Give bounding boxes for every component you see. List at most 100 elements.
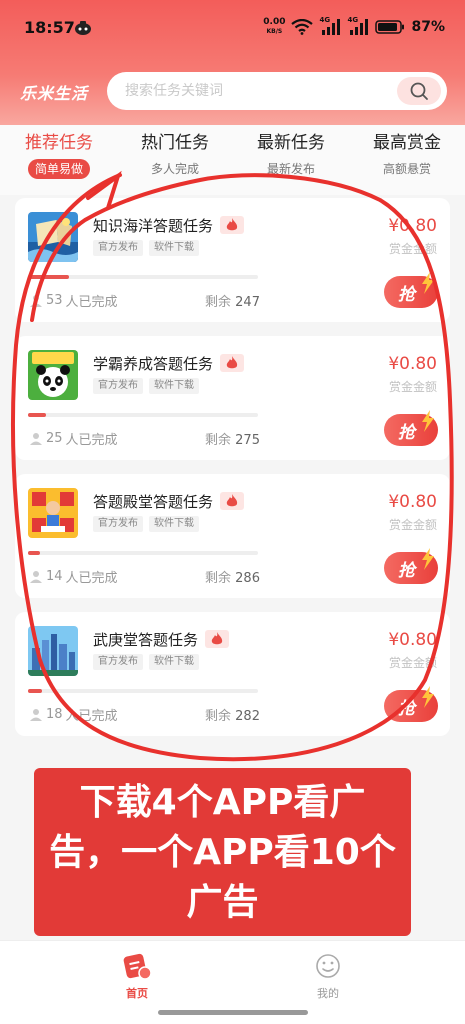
remaining-label: 剩余 xyxy=(205,571,232,586)
search-button[interactable] xyxy=(397,77,441,105)
nav-label: 我的 xyxy=(317,987,339,1000)
completed-number: 14 xyxy=(46,569,63,584)
reward-amount: ¥0.80 xyxy=(388,492,437,512)
cell-signal-2: 4G xyxy=(347,16,369,36)
net-speed-unit: KB/S xyxy=(266,28,283,35)
flame-icon xyxy=(226,356,238,369)
remaining-label: 剩余 xyxy=(205,295,232,310)
completed-number: 25 xyxy=(46,431,63,446)
remaining-count: 剩余 286 xyxy=(205,567,260,586)
reward-label: 赏金金额 xyxy=(388,518,437,532)
task-tag: 软件下载 xyxy=(149,516,199,532)
tab-title: 推荐任务 xyxy=(25,133,93,153)
task-tag: 软件下载 xyxy=(149,654,199,670)
tab-title: 最高赏金 xyxy=(373,133,441,153)
task-tag: 官方发布 xyxy=(93,378,143,394)
grab-label: 抢 xyxy=(398,284,415,305)
app-notification-icon xyxy=(75,21,91,35)
task-tags: 官方发布 软件下载 xyxy=(93,516,199,532)
grab-button[interactable]: 抢 xyxy=(384,548,438,584)
tab-recommended[interactable]: 推荐任务 简单易做 xyxy=(4,131,114,179)
nav-mine[interactable]: 我的 xyxy=(283,951,373,1001)
completed-count: 18 人已完成 xyxy=(29,705,118,724)
remaining-number: 282 xyxy=(235,709,260,724)
tab-subtitle: 简单易做 xyxy=(27,159,90,179)
tab-subtitle: 最新发布 xyxy=(266,162,315,176)
task-tags: 官方发布 软件下载 xyxy=(93,654,199,670)
search-box[interactable] xyxy=(107,72,447,110)
task-progress xyxy=(28,551,258,555)
grab-label: 抢 xyxy=(398,422,415,443)
task-title: 武庚堂答题任务 xyxy=(93,631,199,649)
tab-top-reward[interactable]: 最高赏金 高额悬赏 xyxy=(352,131,462,179)
city-skyline-icon xyxy=(28,626,78,676)
reward-amount: ¥0.80 xyxy=(388,354,437,374)
hot-tag xyxy=(220,492,244,510)
task-card[interactable]: 学霸养成答题任务 官方发布 软件下载 25 人已完成 剩余 275 ¥0.80 … xyxy=(15,336,450,460)
task-card[interactable]: 答题殿堂答题任务 官方发布 软件下载 14 人已完成 剩余 286 ¥0.80 … xyxy=(15,474,450,598)
remaining-count: 剩余 275 xyxy=(205,429,260,448)
completed-suffix: 人已完成 xyxy=(65,433,118,448)
completed-count: 25 人已完成 xyxy=(29,429,118,448)
header: 18:57 0.00 KB/S 4G 4G 87% 乐米生活 搜索任务关键词 xyxy=(0,0,465,125)
task-thumbnail xyxy=(28,626,78,676)
task-title: 知识海洋答题任务 xyxy=(93,217,214,235)
reward-amount: ¥0.80 xyxy=(388,216,437,236)
task-card[interactable]: 知识海洋答题任务 官方发布 软件下载 53 人已完成 剩余 247 ¥0.80 … xyxy=(15,198,450,322)
battery-icon xyxy=(375,20,405,34)
task-tag: 软件下载 xyxy=(149,240,199,256)
user-icon xyxy=(30,294,42,307)
user-icon xyxy=(30,708,42,721)
task-tag: 官方发布 xyxy=(93,240,143,256)
reward-label: 赏金金额 xyxy=(388,242,437,256)
lightning-icon xyxy=(422,686,434,708)
tab-title: 最新任务 xyxy=(257,133,325,153)
lightning-icon xyxy=(422,548,434,570)
flame-icon xyxy=(226,494,238,507)
completed-suffix: 人已完成 xyxy=(65,295,118,310)
wifi-icon xyxy=(291,19,314,35)
ocean-book-icon xyxy=(28,212,78,262)
tab-title: 热门任务 xyxy=(141,133,209,153)
reward-label: 赏金金额 xyxy=(388,656,437,670)
task-progress xyxy=(28,689,258,693)
battery-percent: 87% xyxy=(411,19,445,35)
answer-palace-icon xyxy=(28,488,78,538)
task-progress xyxy=(28,413,258,417)
net-speed: 0.00 KB/S xyxy=(263,18,285,36)
task-progress xyxy=(28,275,258,279)
task-tag: 官方发布 xyxy=(93,654,143,670)
grab-button[interactable]: 抢 xyxy=(384,272,438,308)
task-tags: 官方发布 软件下载 xyxy=(93,240,199,256)
completed-number: 53 xyxy=(46,293,63,308)
lightning-icon xyxy=(422,410,434,432)
remaining-count: 剩余 282 xyxy=(205,705,260,724)
tab-latest[interactable]: 最新任务 最新发布 xyxy=(236,131,346,179)
completed-count: 53 人已完成 xyxy=(29,291,118,310)
task-tag: 官方发布 xyxy=(93,516,143,532)
lightning-icon xyxy=(422,272,434,294)
task-tag: 软件下载 xyxy=(149,378,199,394)
network-type-1: 4G xyxy=(319,16,331,24)
panda-icon xyxy=(28,350,78,400)
flame-icon xyxy=(226,218,238,231)
grab-label: 抢 xyxy=(398,560,415,581)
completed-count: 14 人已完成 xyxy=(29,567,118,586)
home-indicator xyxy=(158,1010,308,1015)
task-progress-fill xyxy=(28,275,70,279)
grab-button[interactable]: 抢 xyxy=(384,686,438,722)
task-card[interactable]: 武庚堂答题任务 官方发布 软件下载 18 人已完成 剩余 282 ¥0.80 赏… xyxy=(15,612,450,736)
home-task-icon xyxy=(122,951,152,981)
task-progress-fill xyxy=(28,413,47,417)
nav-home[interactable]: 首页 xyxy=(92,951,182,1001)
hot-tag xyxy=(205,630,229,648)
task-tabs: 推荐任务 简单易做 热门任务 多人完成 最新任务 最新发布 最高赏金 高额悬赏 xyxy=(0,125,465,195)
reward-amount: ¥0.80 xyxy=(388,630,437,650)
hot-tag xyxy=(220,354,244,372)
grab-button[interactable]: 抢 xyxy=(384,410,438,446)
reward-label: 赏金金额 xyxy=(388,380,437,394)
search-input[interactable] xyxy=(125,72,385,110)
tab-hot[interactable]: 热门任务 多人完成 xyxy=(120,131,230,179)
overlay-annotation-banner: 下载4个APP看广告，一个APP看10个广告 xyxy=(34,768,411,936)
remaining-label: 剩余 xyxy=(205,433,232,448)
